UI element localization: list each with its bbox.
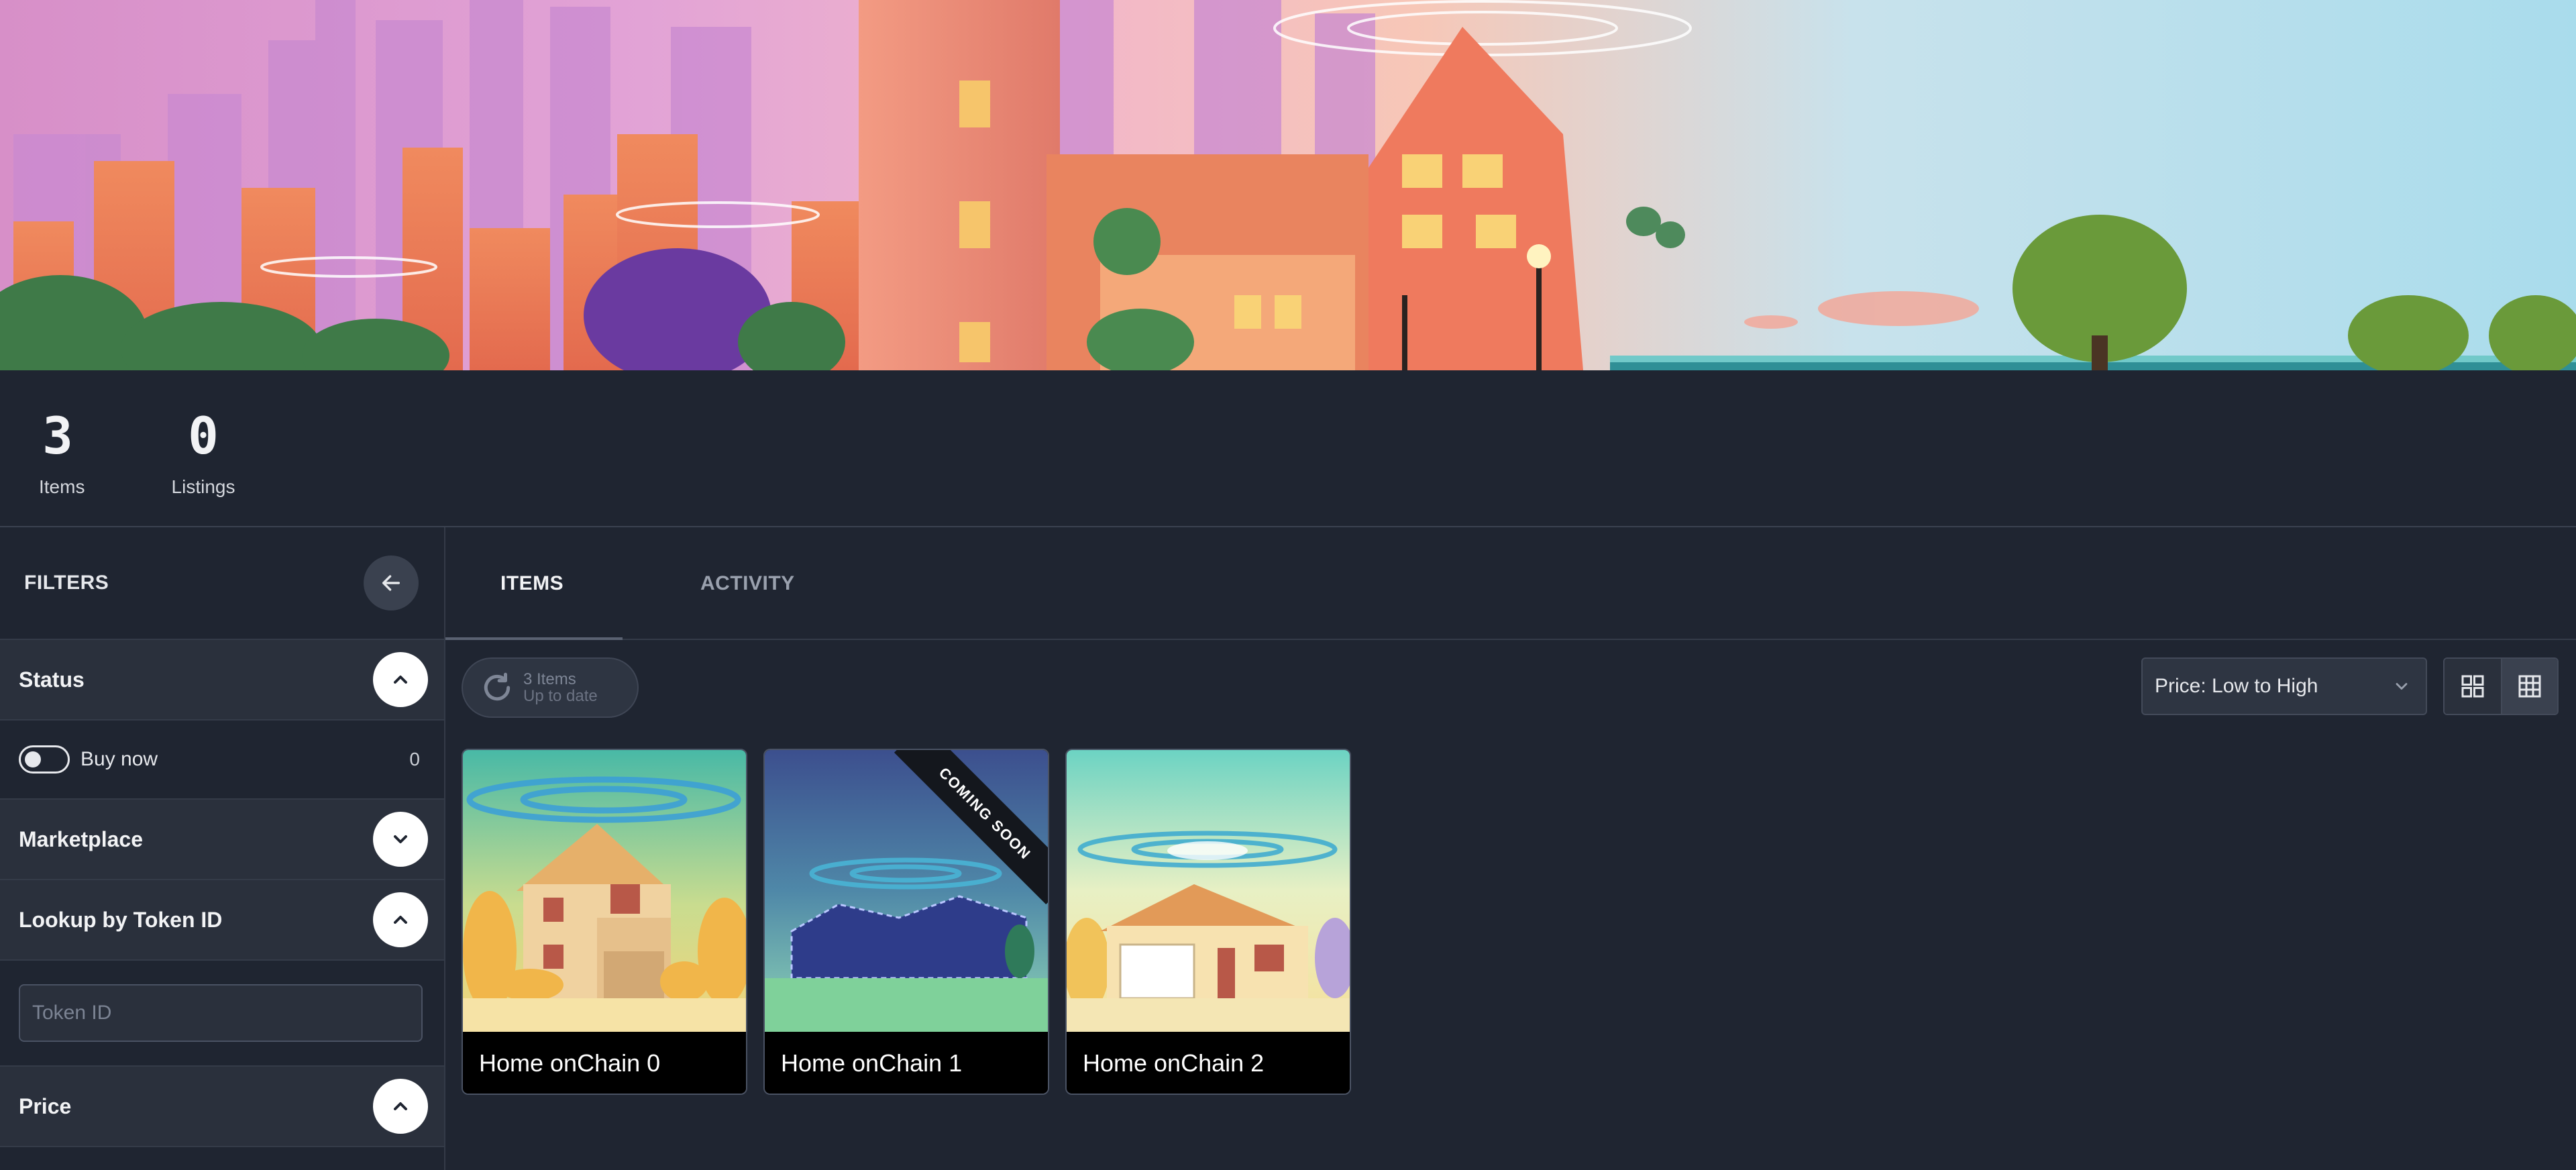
sort-selected-value: Price: Low to High [2155,675,2318,697]
tab-bar: ITEMS ACTIVITY [445,527,2576,640]
nft-card[interactable]: COMING SOON Home onChain 1 [763,749,1049,1095]
buy-now-label: Buy now [80,748,158,770]
stat-items: 3 Items [39,406,85,498]
sort-select[interactable]: Price: Low to High [2141,657,2427,715]
active-tab-indicator [445,637,623,640]
small-grid-view-button[interactable] [2500,659,2557,714]
chevron-up-icon [394,916,407,924]
view-toggle-group [2443,657,2559,715]
status-section-title: Status [19,667,85,692]
main-content: ITEMS ACTIVITY 3 Items Up to date Price:… [445,527,2576,1170]
grid-small-icon [2518,675,2541,698]
marketplace-expand-button[interactable] [373,812,428,867]
stat-items-label: Items [39,476,85,497]
lookup-collapse-button[interactable] [373,892,428,947]
refresh-icon [484,672,511,701]
nft-card-image [1067,750,1350,1032]
stat-listings-value: 0 [188,406,219,466]
lookup-section-body [0,961,444,1067]
price-collapse-button[interactable] [373,1079,428,1134]
items-toolbar: 3 Items Up to date Price: Low to High [445,643,2576,731]
price-section-title: Price [19,1094,72,1118]
refresh-status: Up to date [523,687,598,705]
chevron-up-icon [394,676,407,684]
marketplace-section-header[interactable]: Marketplace [0,800,444,880]
collection-stats: 3 Items 0 Listings [0,370,2576,527]
status-section-body: Buy now 0 [0,721,444,800]
nft-card-title: Home onChain 1 [765,1032,1048,1094]
nft-card-title: Home onChain 2 [1067,1032,1350,1094]
stat-listings-label: Listings [171,476,235,497]
refresh-button[interactable]: 3 Items Up to date [462,657,639,718]
nft-card-title: Home onChain 0 [463,1032,746,1094]
nft-card-image [765,750,1048,1032]
chevron-down-icon [394,835,407,843]
status-section-header[interactable]: Status [0,640,444,721]
status-collapse-button[interactable] [373,652,428,707]
nft-card[interactable]: Home onChain 0 [462,749,747,1095]
lookup-section-title: Lookup by Token ID [19,907,223,932]
token-id-input[interactable] [19,984,423,1042]
filters-sidebar: FILTERS Status Buy now 0 Marketplace Loo… [0,527,445,1170]
price-section-header[interactable]: Price [0,1067,444,1147]
stat-listings: 0 Listings [168,411,239,498]
nft-card-image [463,750,746,1032]
tab-items[interactable]: ITEMS [500,527,564,640]
refresh-count: 3 Items [523,670,576,688]
chevron-up-icon [394,1102,407,1110]
stat-items-value: 3 [42,406,73,466]
arrow-left-icon [382,575,400,591]
tab-activity[interactable]: ACTIVITY [700,527,795,640]
marketplace-section-title: Marketplace [19,827,143,851]
buy-now-row: Buy now 0 [0,721,444,798]
buy-now-toggle[interactable] [19,745,70,774]
filters-header: FILTERS [0,527,444,640]
collapse-filters-button[interactable] [364,555,419,610]
collection-banner [0,0,2576,370]
grid-large-icon [2461,675,2484,698]
large-grid-view-button[interactable] [2445,659,2501,714]
nft-card[interactable]: Home onChain 2 [1065,749,1351,1095]
banner-illustration [0,0,2576,370]
buy-now-count: 0 [409,749,420,769]
filters-title: FILTERS [24,572,109,594]
chevron-down-icon [2396,683,2408,690]
lookup-section-header[interactable]: Lookup by Token ID [0,880,444,961]
